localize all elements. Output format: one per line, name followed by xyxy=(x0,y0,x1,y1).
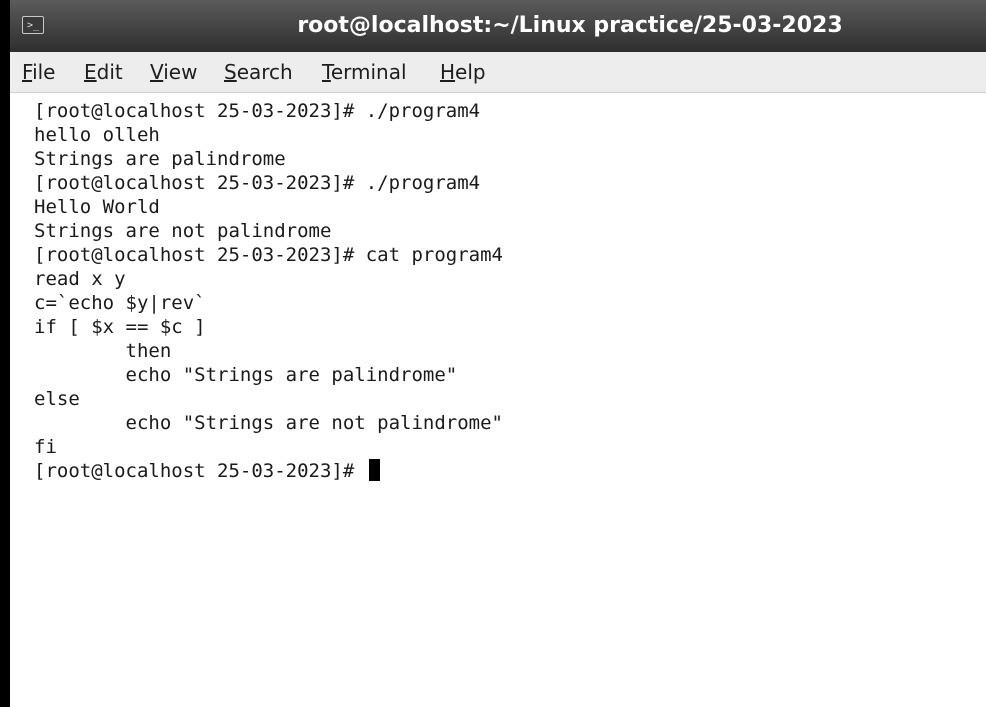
text-cursor xyxy=(368,459,380,481)
menu-help-mnemonic: H xyxy=(440,60,456,84)
terminal-line: hello olleh xyxy=(34,124,160,146)
terminal-lines: [root@localhost 25-03-2023]# ./program4 … xyxy=(34,99,503,483)
menu-view-mnemonic: V xyxy=(150,60,164,84)
terminal-line: [root@localhost 25-03-2023]# ./program4 xyxy=(34,172,481,194)
menu-file-label: ile xyxy=(32,60,56,84)
window-title: root@localhost:~/Linux practice/25-03-20… xyxy=(297,13,843,38)
terminal-line: Strings are not palindrome xyxy=(34,220,332,242)
terminal-line: fi xyxy=(34,436,57,458)
menu-view[interactable]: View xyxy=(144,57,203,87)
menu-help[interactable]: Help xyxy=(434,57,492,87)
terminal-line: else xyxy=(34,388,80,410)
terminal-prompt: [root@localhost 25-03-2023]# xyxy=(34,460,366,482)
terminal-line: c=`echo $y|rev` xyxy=(34,292,206,314)
terminal-icon[interactable]: >_ xyxy=(22,16,44,34)
menu-bar: File Edit View Search Terminal Help xyxy=(10,52,986,93)
menu-terminal-label: erminal xyxy=(330,60,407,84)
menu-edit-label: dit xyxy=(96,60,123,84)
terminal-line: Hello World xyxy=(34,196,160,218)
window-left-border xyxy=(0,0,10,707)
menu-search[interactable]: Search xyxy=(218,57,299,87)
menu-view-label: iew xyxy=(163,60,198,84)
terminal-line: Strings are palindrome xyxy=(34,148,286,170)
terminal-window: >_ root@localhost:~/Linux practice/25-03… xyxy=(0,0,986,707)
terminal-line: read x y xyxy=(34,268,126,290)
terminal-line: [root@localhost 25-03-2023]# ./program4 xyxy=(34,100,481,122)
menu-edit[interactable]: Edit xyxy=(78,57,129,87)
menu-file[interactable]: File xyxy=(16,57,61,87)
terminal-line: then xyxy=(34,340,172,362)
menu-terminal-mnemonic: T xyxy=(322,60,331,84)
terminal-prompt-line[interactable]: [root@localhost 25-03-2023]# xyxy=(34,459,503,483)
menu-edit-mnemonic: E xyxy=(84,60,97,84)
terminal-line: echo "Strings are palindrome" xyxy=(34,364,458,386)
terminal-output-area[interactable]: [root@localhost 25-03-2023]# ./program4 … xyxy=(10,93,986,707)
menu-search-label: earch xyxy=(236,60,293,84)
menu-search-mnemonic: S xyxy=(224,60,237,84)
terminal-line: [root@localhost 25-03-2023]# cat program… xyxy=(34,244,503,266)
terminal-line: if [ $x == $c ] xyxy=(34,316,206,338)
menu-help-label: elp xyxy=(455,60,486,84)
menu-terminal[interactable]: Terminal xyxy=(316,57,413,87)
terminal-line: echo "Strings are not palindrome" xyxy=(34,412,504,434)
menu-file-mnemonic: F xyxy=(22,60,33,84)
title-bar[interactable]: >_ root@localhost:~/Linux practice/25-03… xyxy=(10,0,986,53)
